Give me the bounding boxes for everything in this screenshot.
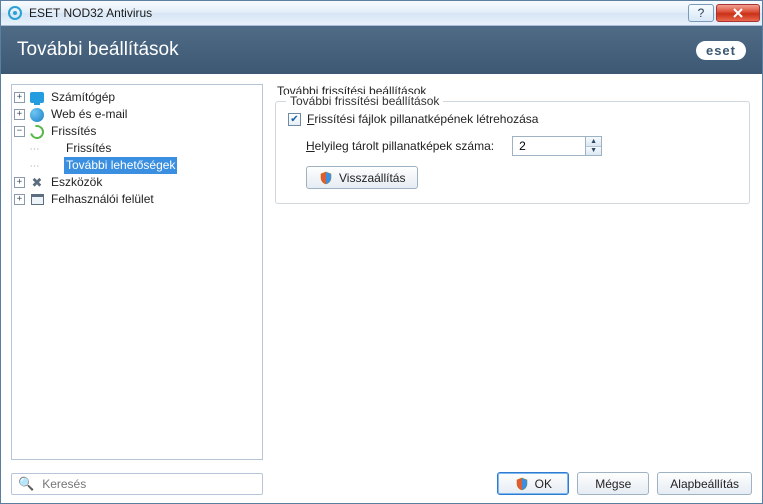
checkbox-row: ✔ Frissítési fájlok pillanatképének létr…	[288, 112, 737, 126]
sidebar: + Számítógép + Web és e-mail − Frissítés	[11, 84, 263, 460]
close-button[interactable]	[716, 4, 760, 22]
main-area: + Számítógép + Web és e-mail − Frissítés	[1, 74, 762, 466]
cancel-button[interactable]: Mégse	[577, 472, 649, 495]
reset-button[interactable]: Visszaállítás	[306, 166, 418, 189]
search-icon: 🔍	[18, 476, 34, 492]
tree-label: Web és e-mail	[49, 106, 129, 123]
shield-icon	[515, 477, 529, 491]
help-button[interactable]: ?	[688, 4, 714, 22]
tree-item-computer[interactable]: + Számítógép	[14, 89, 260, 106]
groupbox-update-settings: További frissítési beállítások ✔ Frissít…	[275, 101, 750, 204]
default-label: Alapbeállítás	[670, 477, 739, 491]
cancel-label: Mégse	[595, 477, 631, 491]
bottom-bar: 🔍 OK Mégse Alapbeállítás	[1, 466, 762, 503]
spin-down-button[interactable]: ▼	[586, 146, 601, 156]
reset-row: Visszaállítás	[288, 166, 737, 189]
tree-item-ui[interactable]: + Felhasználói felület	[14, 191, 260, 208]
tree-label: Frissítés	[49, 123, 98, 140]
tree-connector-icon	[29, 143, 40, 154]
snapshot-checkbox[interactable]: ✔	[288, 113, 301, 126]
blank-icon	[44, 158, 60, 174]
eset-logo: eset	[696, 41, 746, 60]
globe-icon	[29, 107, 45, 123]
group-legend: További frissítési beállítások	[286, 94, 443, 108]
window-icon	[29, 192, 45, 208]
tree-item-web-email[interactable]: + Web és e-mail	[14, 106, 260, 123]
titlebar: ESET NOD32 Antivirus ?	[1, 1, 762, 26]
tree-label: Felhasználói felület	[49, 191, 156, 208]
window-buttons: ?	[688, 4, 762, 22]
tree-label: További lehetőségek	[64, 157, 177, 174]
content-panel: További frissítési beállítások További f…	[273, 84, 752, 460]
tree-item-tools[interactable]: + ✖ Eszközök	[14, 174, 260, 191]
ok-button[interactable]: OK	[497, 472, 569, 495]
tree-label: Frissítés	[64, 140, 113, 157]
expand-icon[interactable]: +	[14, 109, 25, 120]
collapse-icon[interactable]: −	[14, 126, 25, 137]
tree-item-update[interactable]: − Frissítés	[14, 123, 260, 140]
refresh-icon	[29, 124, 45, 140]
tree-item-more-options[interactable]: További lehetőségek	[14, 157, 260, 174]
spinner-label: Helyileg tárolt pillanatképek száma:	[306, 139, 494, 153]
tree-connector-icon	[29, 160, 40, 171]
tree-label: Eszközök	[49, 174, 104, 191]
reset-label: Visszaállítás	[339, 171, 405, 185]
checkbox-label: Frissítési fájlok pillanatképének létreh…	[307, 112, 538, 126]
search-input[interactable]	[40, 476, 256, 492]
tree[interactable]: + Számítógép + Web és e-mail − Frissítés	[11, 84, 263, 460]
expand-icon[interactable]: +	[14, 177, 25, 188]
blank-icon	[44, 141, 60, 157]
window: ESET NOD32 Antivirus ? További beállítás…	[0, 0, 763, 504]
expand-icon[interactable]: +	[14, 92, 25, 103]
expand-icon[interactable]: +	[14, 194, 25, 205]
window-title: ESET NOD32 Antivirus	[29, 6, 688, 20]
app-icon	[7, 5, 23, 21]
spin-up-button[interactable]: ▲	[586, 137, 601, 146]
page-title: További beállítások	[17, 39, 696, 61]
header: További beállítások eset	[1, 26, 762, 74]
ok-label: OK	[535, 477, 552, 491]
bottom-buttons: OK Mégse Alapbeállítás	[497, 472, 752, 495]
default-button[interactable]: Alapbeállítás	[657, 472, 752, 495]
tree-item-update-child[interactable]: Frissítés	[14, 140, 260, 157]
spinner-row: Helyileg tárolt pillanatképek száma: ▲ ▼	[288, 136, 737, 156]
snapshot-count-stepper: ▲ ▼	[512, 136, 602, 156]
tree-label: Számítógép	[49, 89, 117, 106]
search-box[interactable]: 🔍	[11, 473, 263, 495]
tools-icon: ✖	[29, 175, 45, 191]
monitor-icon	[29, 90, 45, 106]
snapshot-count-input[interactable]	[512, 136, 586, 156]
shield-icon	[319, 171, 333, 185]
